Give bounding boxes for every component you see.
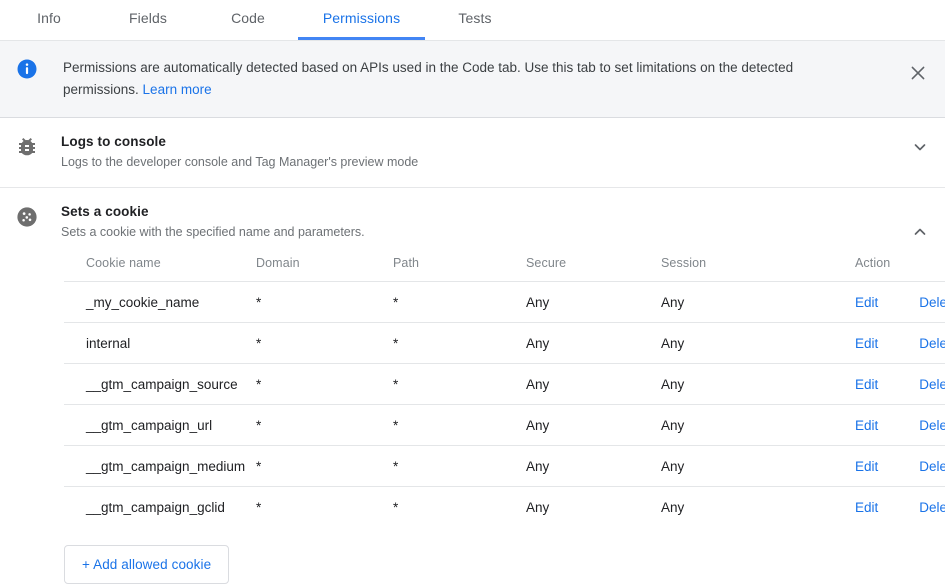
cell-secure: Any <box>526 363 661 405</box>
cell-secure: Any <box>526 281 661 323</box>
permission-header-sets-a-cookie[interactable]: Sets a cookie Sets a cookie with the spe… <box>0 203 945 242</box>
table-body: _my_cookie_name * * Any Any Edit Delete … <box>64 281 945 528</box>
delete-link[interactable]: Delete <box>919 336 945 351</box>
cell-action: Edit Delete <box>855 487 945 528</box>
edit-link[interactable]: Edit <box>855 336 878 351</box>
cell-cookie-name: _my_cookie_name <box>64 281 256 323</box>
cell-domain: * <box>256 322 393 364</box>
info-banner-text: Permissions are automatically detected b… <box>63 57 863 101</box>
cookie-icon <box>15 205 39 229</box>
table-row: __gtm_campaign_medium * * Any Any Edit D… <box>64 445 945 487</box>
learn-more-link[interactable]: Learn more <box>143 82 212 97</box>
permission-title: Logs to console <box>61 134 167 149</box>
edit-link[interactable]: Edit <box>855 500 878 515</box>
column-header-secure: Secure <box>526 256 661 282</box>
cell-domain: * <box>256 499 262 515</box>
permission-row-sets-a-cookie: Sets a cookie Sets a cookie with the spe… <box>0 188 945 584</box>
chevron-down-icon[interactable] <box>909 136 931 158</box>
cell-domain: * <box>256 363 393 405</box>
permission-body-sets-a-cookie: Sets a cookie Sets a cookie with the spe… <box>61 203 945 242</box>
cell-action: Edit Delete <box>855 404 945 446</box>
column-header-path: Path <box>393 256 526 282</box>
cell-session: Any <box>661 281 855 323</box>
edit-link[interactable]: Edit <box>855 459 878 474</box>
cell-action: Edit Delete <box>855 322 945 364</box>
cell-domain: * <box>256 404 393 446</box>
delete-link[interactable]: Delete <box>919 500 945 515</box>
cell-cookie-name: __gtm_campaign_gclid <box>86 499 225 515</box>
permission-subtitle: Logs to the developer console and Tag Ma… <box>61 155 419 169</box>
tab-info[interactable]: Info <box>0 0 98 40</box>
cell-session: Any <box>661 404 855 446</box>
cell-secure: Any <box>526 499 550 515</box>
cell-secure: Any <box>526 445 661 487</box>
cell-path: * <box>393 281 526 323</box>
chevron-up-icon[interactable] <box>909 221 931 243</box>
tab-code-label: Code <box>231 10 265 26</box>
cell-secure: Any <box>526 322 661 364</box>
cell-domain: * <box>256 445 393 487</box>
cell-path: * <box>393 363 526 405</box>
cell-cookie-name: __gtm_campaign_source <box>64 363 256 405</box>
column-header-session: Session <box>661 256 855 282</box>
delete-link[interactable]: Delete <box>919 295 945 310</box>
table-row: __gtm_campaign_url * * Any Any Edit Dele… <box>64 404 945 446</box>
info-banner: Permissions are automatically detected b… <box>0 41 945 118</box>
tab-tests-label: Tests <box>458 10 492 26</box>
bug-icon <box>15 135 39 159</box>
cell-action: Edit Delete <box>855 445 945 487</box>
tab-permissions-label: Permissions <box>322 10 401 26</box>
tab-fields-label: Fields <box>129 10 167 26</box>
allowed-cookies-table-wrapper: Cookie name Domain Path Secure Session A… <box>64 256 945 527</box>
table-row: __gtm_campaign_source * * Any Any Edit D… <box>64 363 945 405</box>
cell-cookie-name: __gtm_campaign_url <box>64 404 256 446</box>
cell-path: * <box>393 445 526 487</box>
cell-session: Any <box>661 322 855 364</box>
table-row: __gtm_campaign_gclid * * Any Any Edit De… <box>64 487 945 528</box>
cell-session: Any <box>661 499 685 515</box>
edit-link[interactable]: Edit <box>855 418 878 433</box>
cell-path: * <box>393 322 526 364</box>
cell-action: Edit Delete <box>855 363 945 405</box>
allowed-cookies-table: Cookie name Domain Path Secure Session A… <box>64 256 945 527</box>
delete-link[interactable]: Delete <box>919 459 945 474</box>
column-header-action: Action <box>855 256 945 282</box>
delete-link[interactable]: Delete <box>919 418 945 433</box>
cell-action: Edit Delete <box>855 281 945 323</box>
tab-permissions[interactable]: Permissions <box>298 0 425 40</box>
delete-link[interactable]: Delete <box>919 377 945 392</box>
column-header-cookie-name: Cookie name <box>64 256 256 282</box>
cell-secure: Any <box>526 404 661 446</box>
tab-info-label: Info <box>37 10 61 26</box>
table-head: Cookie name Domain Path Secure Session A… <box>64 256 945 282</box>
edit-link[interactable]: Edit <box>855 377 878 392</box>
cell-session: Any <box>661 445 855 487</box>
column-header-domain: Domain <box>256 256 393 282</box>
cell-cookie-name: internal <box>64 322 256 364</box>
permission-row-logs-to-console[interactable]: Logs to console Logs to the developer co… <box>0 118 945 188</box>
cell-cookie-name: __gtm_campaign_medium <box>64 445 256 487</box>
cell-session: Any <box>661 363 855 405</box>
edit-link[interactable]: Edit <box>855 295 878 310</box>
tab-tests[interactable]: Tests <box>425 0 525 40</box>
table-header-row: Cookie name Domain Path Secure Session A… <box>64 256 945 282</box>
tab-code[interactable]: Code <box>198 0 298 40</box>
cell-path: * <box>393 499 399 515</box>
permission-body-logs-to-console: Logs to console Logs to the developer co… <box>61 133 945 172</box>
tab-bar: Info Fields Code Permissions Tests <box>0 0 945 41</box>
table-row: internal * * Any Any Edit Delete <box>64 322 945 364</box>
close-icon[interactable] <box>907 62 929 84</box>
info-icon <box>17 59 37 79</box>
cell-domain: * <box>256 281 393 323</box>
permission-title: Sets a cookie <box>61 204 149 219</box>
permission-subtitle: Sets a cookie with the specified name an… <box>61 225 365 239</box>
tab-fields[interactable]: Fields <box>98 0 198 40</box>
table-row: _my_cookie_name * * Any Any Edit Delete <box>64 281 945 323</box>
cell-path: * <box>393 404 526 446</box>
